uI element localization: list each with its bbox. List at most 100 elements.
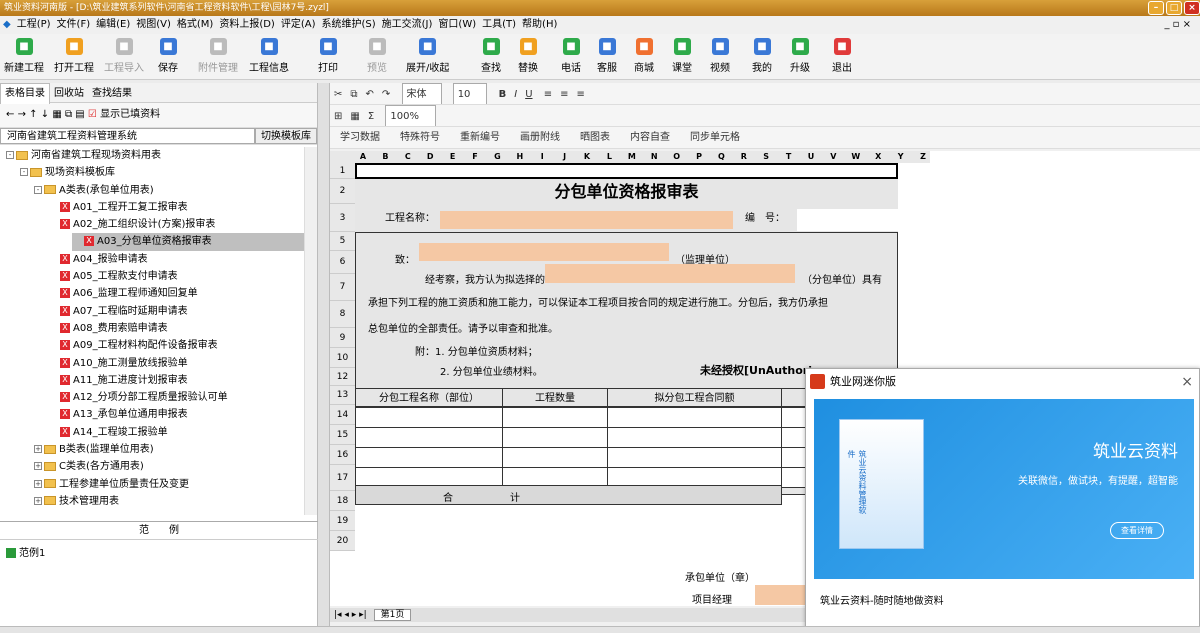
row-header[interactable]: 14: [330, 405, 355, 425]
project-name-input[interactable]: [440, 211, 733, 229]
row-header[interactable]: 2: [330, 179, 355, 204]
arrow-up-icon[interactable]: ↑: [29, 109, 37, 120]
商城-button[interactable]: ■ 商城: [634, 38, 654, 74]
column-letter[interactable]: S: [758, 151, 774, 163]
我的-button[interactable]: ■ 我的: [752, 38, 772, 74]
number-input[interactable]: [797, 209, 898, 231]
附件管理-button[interactable]: ■ 附件管理: [198, 38, 238, 74]
menu-item[interactable]: 格式(M): [174, 16, 216, 34]
column-letter[interactable]: Q: [713, 151, 729, 163]
menu-item[interactable]: 编辑(E): [93, 16, 133, 34]
column-letter[interactable]: J: [557, 151, 573, 163]
查找-button[interactable]: ■ 查找: [481, 38, 501, 74]
row-header[interactable]: 10: [330, 348, 355, 368]
grid-icon[interactable]: ▦: [52, 109, 61, 120]
tree-item[interactable]: X A02_施工组织设计(方案)报审表: [0, 216, 304, 233]
row-header[interactable]: 13: [330, 386, 355, 405]
退出-button[interactable]: ■ 退出: [832, 38, 852, 74]
tree-item[interactable]: X A01_工程开工复工报审表: [0, 199, 304, 216]
tab-recycle-bin[interactable]: 回收站: [50, 84, 88, 104]
menu-item[interactable]: 工程(P): [14, 16, 54, 34]
switch-library-button[interactable]: 切换模板库: [255, 128, 317, 144]
row-header[interactable]: 5: [330, 232, 355, 251]
show-filled-label[interactable]: 显示已填资料: [100, 109, 160, 120]
column-letter[interactable]: P: [691, 151, 707, 163]
collapse-icon[interactable]: -: [34, 185, 42, 194]
预览-button[interactable]: ■ 预览: [367, 38, 387, 74]
menu-item[interactable]: 视图(V): [133, 16, 174, 34]
tree-item[interactable]: X A13_承包单位通用申报表: [0, 406, 304, 423]
column-letter[interactable]: L: [601, 151, 617, 163]
tree-folder[interactable]: + 工程参建单位质量责任及变更: [0, 476, 304, 493]
column-letter[interactable]: K: [579, 151, 595, 163]
merge-icon[interactable]: ⊞: [334, 106, 342, 126]
tree-folder[interactable]: + B类表(监理单位用表): [0, 441, 304, 458]
menu-item[interactable]: 评定(A): [278, 16, 319, 34]
func-button[interactable]: 学习数据: [340, 127, 380, 148]
tree-item[interactable]: X A08_费用索赔申请表: [0, 320, 304, 337]
example-item[interactable]: 范例1: [0, 540, 318, 563]
table-cell[interactable]: [607, 427, 782, 448]
column-letter[interactable]: E: [445, 151, 461, 163]
column-letter[interactable]: T: [781, 151, 797, 163]
tree-folder[interactable]: - 现场资料模板库: [0, 164, 304, 181]
menu-item[interactable]: 帮助(H): [519, 16, 560, 34]
func-button[interactable]: 特殊符号: [400, 127, 440, 148]
column-letter[interactable]: A: [355, 151, 371, 163]
arrow-right-icon[interactable]: →: [18, 109, 26, 120]
tree-item[interactable]: X A04_报验申请表: [0, 251, 304, 268]
menu-item[interactable]: 窗口(W): [435, 16, 479, 34]
工程信息-button[interactable]: ■ 工程信息: [249, 38, 289, 74]
func-button[interactable]: 晒图表: [580, 127, 610, 148]
column-letter[interactable]: C: [400, 151, 416, 163]
underline-icon[interactable]: U: [525, 84, 532, 104]
row-header[interactable]: 3: [330, 204, 355, 232]
expand-icon[interactable]: +: [34, 496, 42, 505]
替换-button[interactable]: ■ 替换: [518, 38, 538, 74]
row-header[interactable]: 6: [330, 251, 355, 274]
row-header[interactable]: 15: [330, 425, 355, 445]
mdi-controls[interactable]: _ ▫ ×: [1161, 16, 1194, 34]
row-header[interactable]: 17: [330, 465, 355, 491]
subcontractor-input[interactable]: [545, 264, 795, 283]
新建工程-button[interactable]: ■ 新建工程: [4, 38, 44, 74]
table-cell[interactable]: [502, 427, 608, 448]
func-button[interactable]: 同步单元格: [690, 127, 740, 148]
filter-icon[interactable]: ☑: [88, 109, 97, 120]
row-header[interactable]: 7: [330, 274, 355, 301]
undo-icon[interactable]: ↶: [366, 84, 374, 104]
row-header[interactable]: 16: [330, 445, 355, 465]
table-cell[interactable]: [355, 447, 503, 468]
expand-icon[interactable]: +: [34, 445, 42, 454]
column-letter[interactable]: B: [377, 151, 393, 163]
打印-button[interactable]: ■ 打印: [318, 38, 338, 74]
close-button[interactable]: ×: [1184, 1, 1200, 15]
sheet-tab-1[interactable]: 第1页: [373, 609, 412, 621]
column-letter[interactable]: V: [825, 151, 841, 163]
column-letter[interactable]: D: [422, 151, 438, 163]
table-cell[interactable]: [355, 407, 503, 428]
redo-icon[interactable]: ↷: [382, 84, 390, 104]
selected-cell[interactable]: [355, 163, 898, 179]
italic-icon[interactable]: I: [514, 84, 517, 104]
library-field[interactable]: 河南省建筑工程资料管理系统: [0, 128, 255, 144]
total-row[interactable]: [355, 485, 782, 505]
func-button[interactable]: 重新编号: [460, 127, 500, 148]
menu-item[interactable]: 资料上报(D): [216, 16, 278, 34]
column-letter[interactable]: H: [512, 151, 528, 163]
客服-button[interactable]: ■ 客服: [597, 38, 617, 74]
column-letter[interactable]: M: [624, 151, 640, 163]
视频-button[interactable]: ■ 视频: [710, 38, 730, 74]
doc-icon[interactable]: ▤: [75, 109, 84, 120]
column-letter[interactable]: U: [803, 151, 819, 163]
popup-footer[interactable]: 筑业云资料-随时随地做资料: [820, 592, 944, 607]
row-header[interactable]: 12: [330, 368, 355, 386]
column-letter[interactable]: Z: [915, 151, 931, 163]
bold-icon[interactable]: B: [499, 84, 507, 104]
tree-item[interactable]: X A06_监理工程师通知回复单: [0, 285, 304, 302]
arrow-left-icon[interactable]: ←: [6, 109, 14, 120]
tree-item[interactable]: X A03_分包单位资格报审表: [72, 233, 304, 251]
tree-folder[interactable]: + C类表(各方通用表): [0, 458, 304, 475]
align-left-icon[interactable]: ≡: [544, 84, 552, 104]
table-cell[interactable]: [502, 447, 608, 468]
